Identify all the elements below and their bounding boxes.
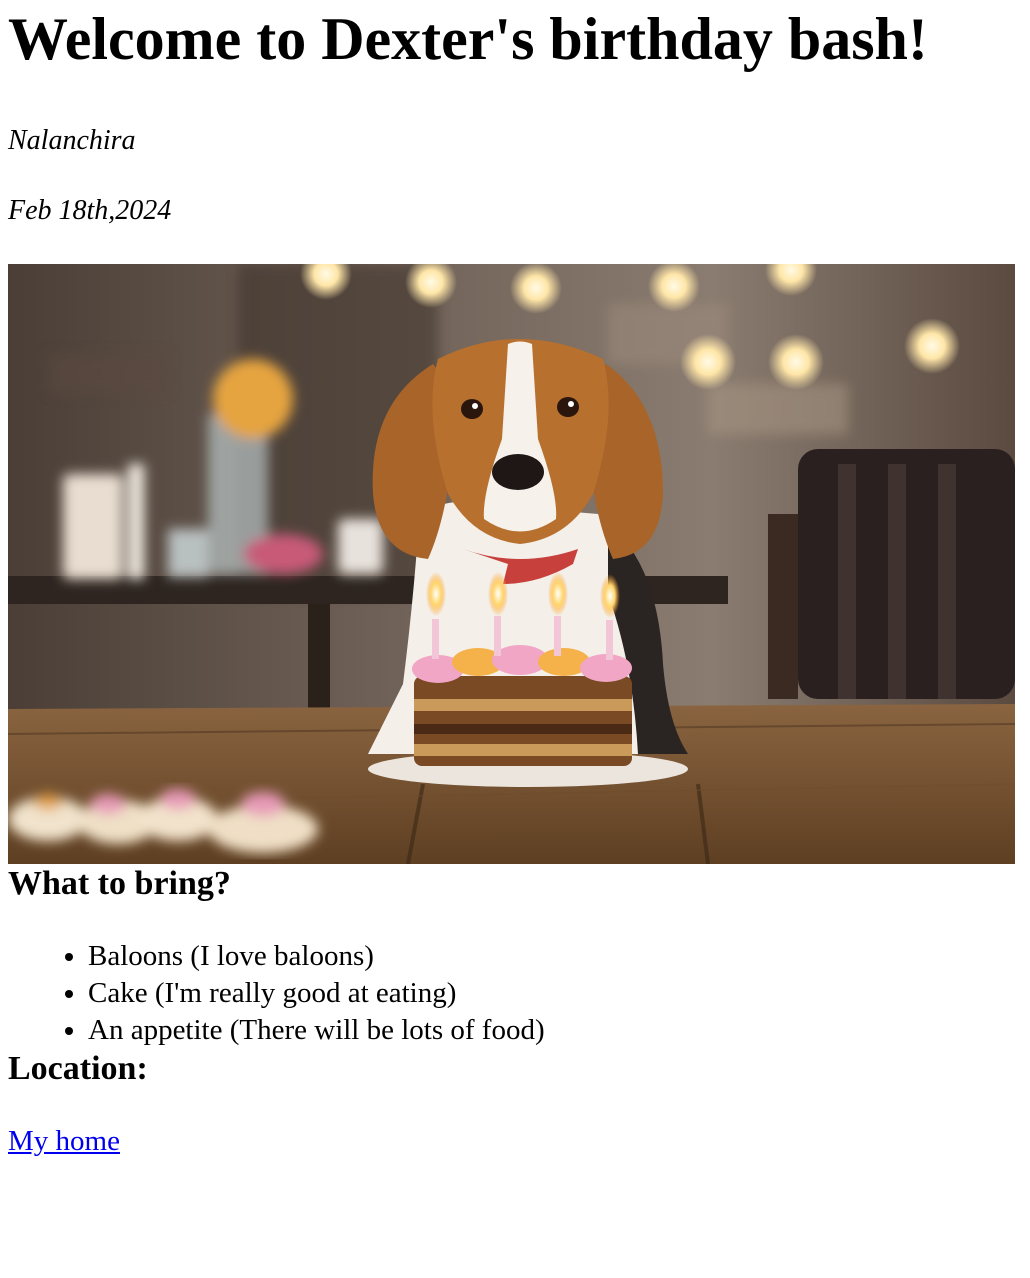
event-date: Feb 18th,2024 (8, 195, 172, 226)
bring-list: Baloons (I love baloons) Cake (I'm reall… (8, 938, 1022, 1049)
page-title: Welcome to Dexter's birthday bash! (8, 6, 928, 72)
list-item: Cake (I'm really good at eating) (88, 975, 1022, 1012)
what-to-bring-heading: What to bring? (8, 865, 231, 902)
list-item: Baloons (I love baloons) (88, 938, 1022, 975)
event-place: Nalanchira (8, 125, 136, 156)
location-link[interactable]: My home (8, 1124, 120, 1158)
page-content: Welcome to Dexter's birthday bash! Nalan… (0, 0, 1030, 1158)
list-item: An appetite (There will be lots of food) (88, 1012, 1022, 1049)
location-heading: Location: (8, 1050, 148, 1087)
hero-image (8, 264, 1015, 864)
